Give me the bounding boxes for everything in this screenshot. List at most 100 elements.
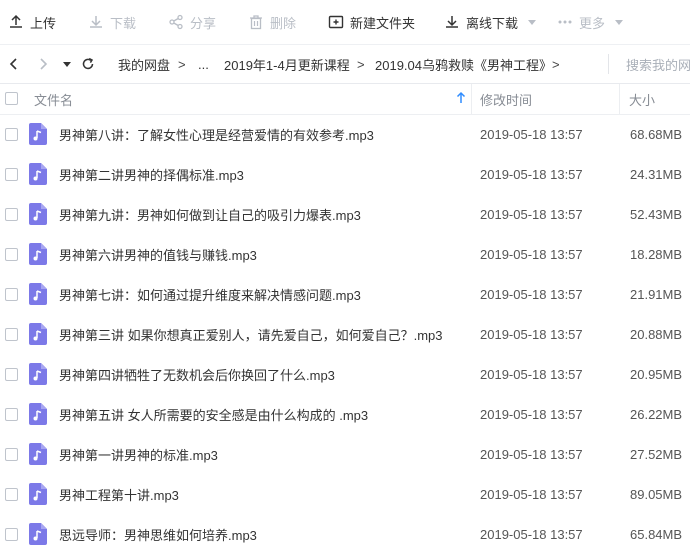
audio-file-icon xyxy=(29,243,47,265)
breadcrumb-current[interactable]: 2019.04乌鸦救赎《男神工程》 xyxy=(375,45,552,83)
file-modified-time: 2019-05-18 13:57 xyxy=(480,206,583,222)
row-checkbox[interactable] xyxy=(5,528,18,541)
column-header-modified[interactable]: 修改时间 xyxy=(480,84,532,114)
file-size: 52.43MB xyxy=(630,206,683,222)
address-bar: 我的网盘 > ... 2019年1-4月更新课程 > 2019.04乌鸦救赎《男… xyxy=(0,44,690,84)
chevron-down-icon xyxy=(615,19,624,25)
file-size: 89.05MB xyxy=(630,486,683,502)
breadcrumb-item[interactable]: 2019年1-4月更新课程 xyxy=(224,45,350,83)
more-button[interactable]: 更多 xyxy=(557,0,624,44)
sort-ascending-icon[interactable] xyxy=(456,91,466,105)
row-checkbox[interactable] xyxy=(5,288,18,301)
offline-download-button[interactable]: 离线下载 xyxy=(444,0,537,44)
audio-file-icon xyxy=(29,203,47,225)
file-name[interactable]: 男神第七讲：如何通过提升维度来解决情感问题.mp3 xyxy=(59,274,361,314)
file-modified-time: 2019-05-18 13:57 xyxy=(480,326,583,342)
more-label: 更多 xyxy=(579,15,606,31)
download-button[interactable]: 下载 xyxy=(88,0,136,44)
column-header-size[interactable]: 大小 xyxy=(629,84,655,114)
table-row[interactable]: 男神第九讲：男神如何做到让自己的吸引力爆表.mp3 2019-05-18 13:5… xyxy=(0,194,690,234)
offline-download-label: 离线下载 xyxy=(466,15,519,31)
toolbar: 上传 下载 分享 删除 新建文件夹 离线下载 更多 xyxy=(0,0,690,44)
file-modified-time: 2019-05-18 13:57 xyxy=(480,366,583,382)
refresh-icon xyxy=(82,57,94,70)
table-row[interactable]: 男神第一讲男神的标准.mp3 2019-05-18 13:57 27.52MB xyxy=(0,434,690,474)
file-modified-time: 2019-05-18 13:57 xyxy=(480,526,583,542)
file-name[interactable]: 男神第八讲：了解女性心理是经营爱情的有效参考.mp3 xyxy=(59,114,374,154)
column-header-name[interactable]: 文件名 xyxy=(34,84,73,114)
row-checkbox[interactable] xyxy=(5,328,18,341)
table-row[interactable]: 男神工程第十讲.mp3 2019-05-18 13:57 89.05MB xyxy=(0,474,690,514)
file-size: 21.91MB xyxy=(630,286,683,302)
upload-label: 上传 xyxy=(30,15,57,31)
file-name[interactable]: 男神第三讲 如果你想真正爱别人，请先爱自己，如何爱自己？.mp3 xyxy=(59,314,443,354)
forward-button[interactable] xyxy=(33,45,53,83)
file-name[interactable]: 男神第四讲牺牲了无数机会后你换回了什么.mp3 xyxy=(59,354,335,394)
new-folder-button[interactable]: 新建文件夹 xyxy=(328,0,415,44)
file-size: 24.31MB xyxy=(630,166,683,182)
table-row[interactable]: 男神第二讲男神的择偶标准.mp3 2019-05-18 13:57 24.31MB xyxy=(0,154,690,194)
file-name[interactable]: 男神第二讲男神的择偶标准.mp3 xyxy=(59,154,244,194)
select-all-checkbox[interactable] xyxy=(5,92,18,105)
breadcrumb-root[interactable]: 我的网盘 xyxy=(118,45,170,83)
file-modified-time: 2019-05-18 13:57 xyxy=(480,406,583,422)
share-icon xyxy=(169,14,183,30)
table-row[interactable]: 男神第三讲 如果你想真正爱别人，请先爱自己，如何爱自己？.mp3 2019-05-… xyxy=(0,314,690,354)
row-checkbox[interactable] xyxy=(5,168,18,181)
table-row[interactable]: 男神第八讲：了解女性心理是经营爱情的有效参考.mp3 2019-05-18 13:… xyxy=(0,114,690,154)
upload-button[interactable]: 上传 xyxy=(8,0,56,44)
file-name[interactable]: 男神工程第十讲.mp3 xyxy=(59,474,179,514)
table-row[interactable]: 男神第五讲 女人所需要的安全感是由什么构成的 .mp3 2019-05-18 13… xyxy=(0,394,690,434)
breadcrumb-separator: > xyxy=(357,56,365,72)
upload-icon xyxy=(10,14,22,28)
column-divider[interactable] xyxy=(619,84,620,114)
breadcrumb-separator: > xyxy=(552,56,560,72)
file-name[interactable]: 男神第九讲：男神如何做到让自己的吸引力爆表.mp3 xyxy=(59,194,361,234)
chevron-left-icon xyxy=(9,58,17,70)
row-checkbox[interactable] xyxy=(5,208,18,221)
row-checkbox[interactable] xyxy=(5,488,18,501)
table-row[interactable]: 男神第七讲：如何通过提升维度来解决情感问题.mp3 2019-05-18 13:5… xyxy=(0,274,690,314)
file-modified-time: 2019-05-18 13:57 xyxy=(480,166,583,182)
file-size: 68.68MB xyxy=(630,126,683,142)
more-dots-icon xyxy=(558,20,572,24)
file-size: 20.95MB xyxy=(630,366,683,382)
download-label: 下载 xyxy=(110,15,137,31)
file-name[interactable]: 男神第五讲 女人所需要的安全感是由什么构成的 .mp3 xyxy=(59,394,368,434)
history-dropdown-button[interactable] xyxy=(60,45,74,83)
file-size: 18.28MB xyxy=(630,246,683,262)
file-name[interactable]: 男神第六讲男神的值钱与赚钱.mp3 xyxy=(59,234,257,274)
delete-button[interactable]: 删除 xyxy=(248,0,296,44)
file-size: 26.22MB xyxy=(630,406,683,422)
row-checkbox[interactable] xyxy=(5,248,18,261)
row-checkbox[interactable] xyxy=(5,128,18,141)
refresh-button[interactable] xyxy=(78,45,98,83)
row-checkbox[interactable] xyxy=(5,368,18,381)
offline-download-icon xyxy=(446,16,458,28)
row-checkbox[interactable] xyxy=(5,408,18,421)
column-divider[interactable] xyxy=(471,84,472,114)
table-row[interactable]: 思远导师：男神思维如何培养.mp3 2019-05-18 13:57 65.84MB xyxy=(0,514,690,554)
search-input[interactable]: 搜索我的网盘 xyxy=(626,45,690,83)
caret-down-icon xyxy=(63,62,71,67)
audio-file-icon xyxy=(29,523,47,545)
breadcrumb-ellipsis[interactable]: ... xyxy=(198,45,209,83)
table-row[interactable]: 男神第四讲牺牲了无数机会后你换回了什么.mp3 2019-05-18 13:57 2… xyxy=(0,354,690,394)
audio-file-icon xyxy=(29,123,47,145)
share-label: 分享 xyxy=(190,15,217,31)
table-row[interactable]: 男神第六讲男神的值钱与赚钱.mp3 2019-05-18 13:57 18.28MB xyxy=(0,234,690,274)
audio-file-icon xyxy=(29,323,47,345)
file-modified-time: 2019-05-18 13:57 xyxy=(480,126,583,142)
file-modified-time: 2019-05-18 13:57 xyxy=(480,286,583,302)
file-name[interactable]: 思远导师：男神思维如何培养.mp3 xyxy=(59,514,257,554)
delete-label: 删除 xyxy=(270,15,297,31)
chevron-down-icon xyxy=(528,19,537,25)
file-name[interactable]: 男神第一讲男神的标准.mp3 xyxy=(59,434,218,474)
file-size: 27.52MB xyxy=(630,446,683,462)
new-folder-icon xyxy=(328,15,344,29)
audio-file-icon xyxy=(29,483,47,505)
back-button[interactable] xyxy=(4,45,24,83)
row-checkbox[interactable] xyxy=(5,448,18,461)
share-button[interactable]: 分享 xyxy=(168,0,216,44)
audio-file-icon xyxy=(29,163,47,185)
